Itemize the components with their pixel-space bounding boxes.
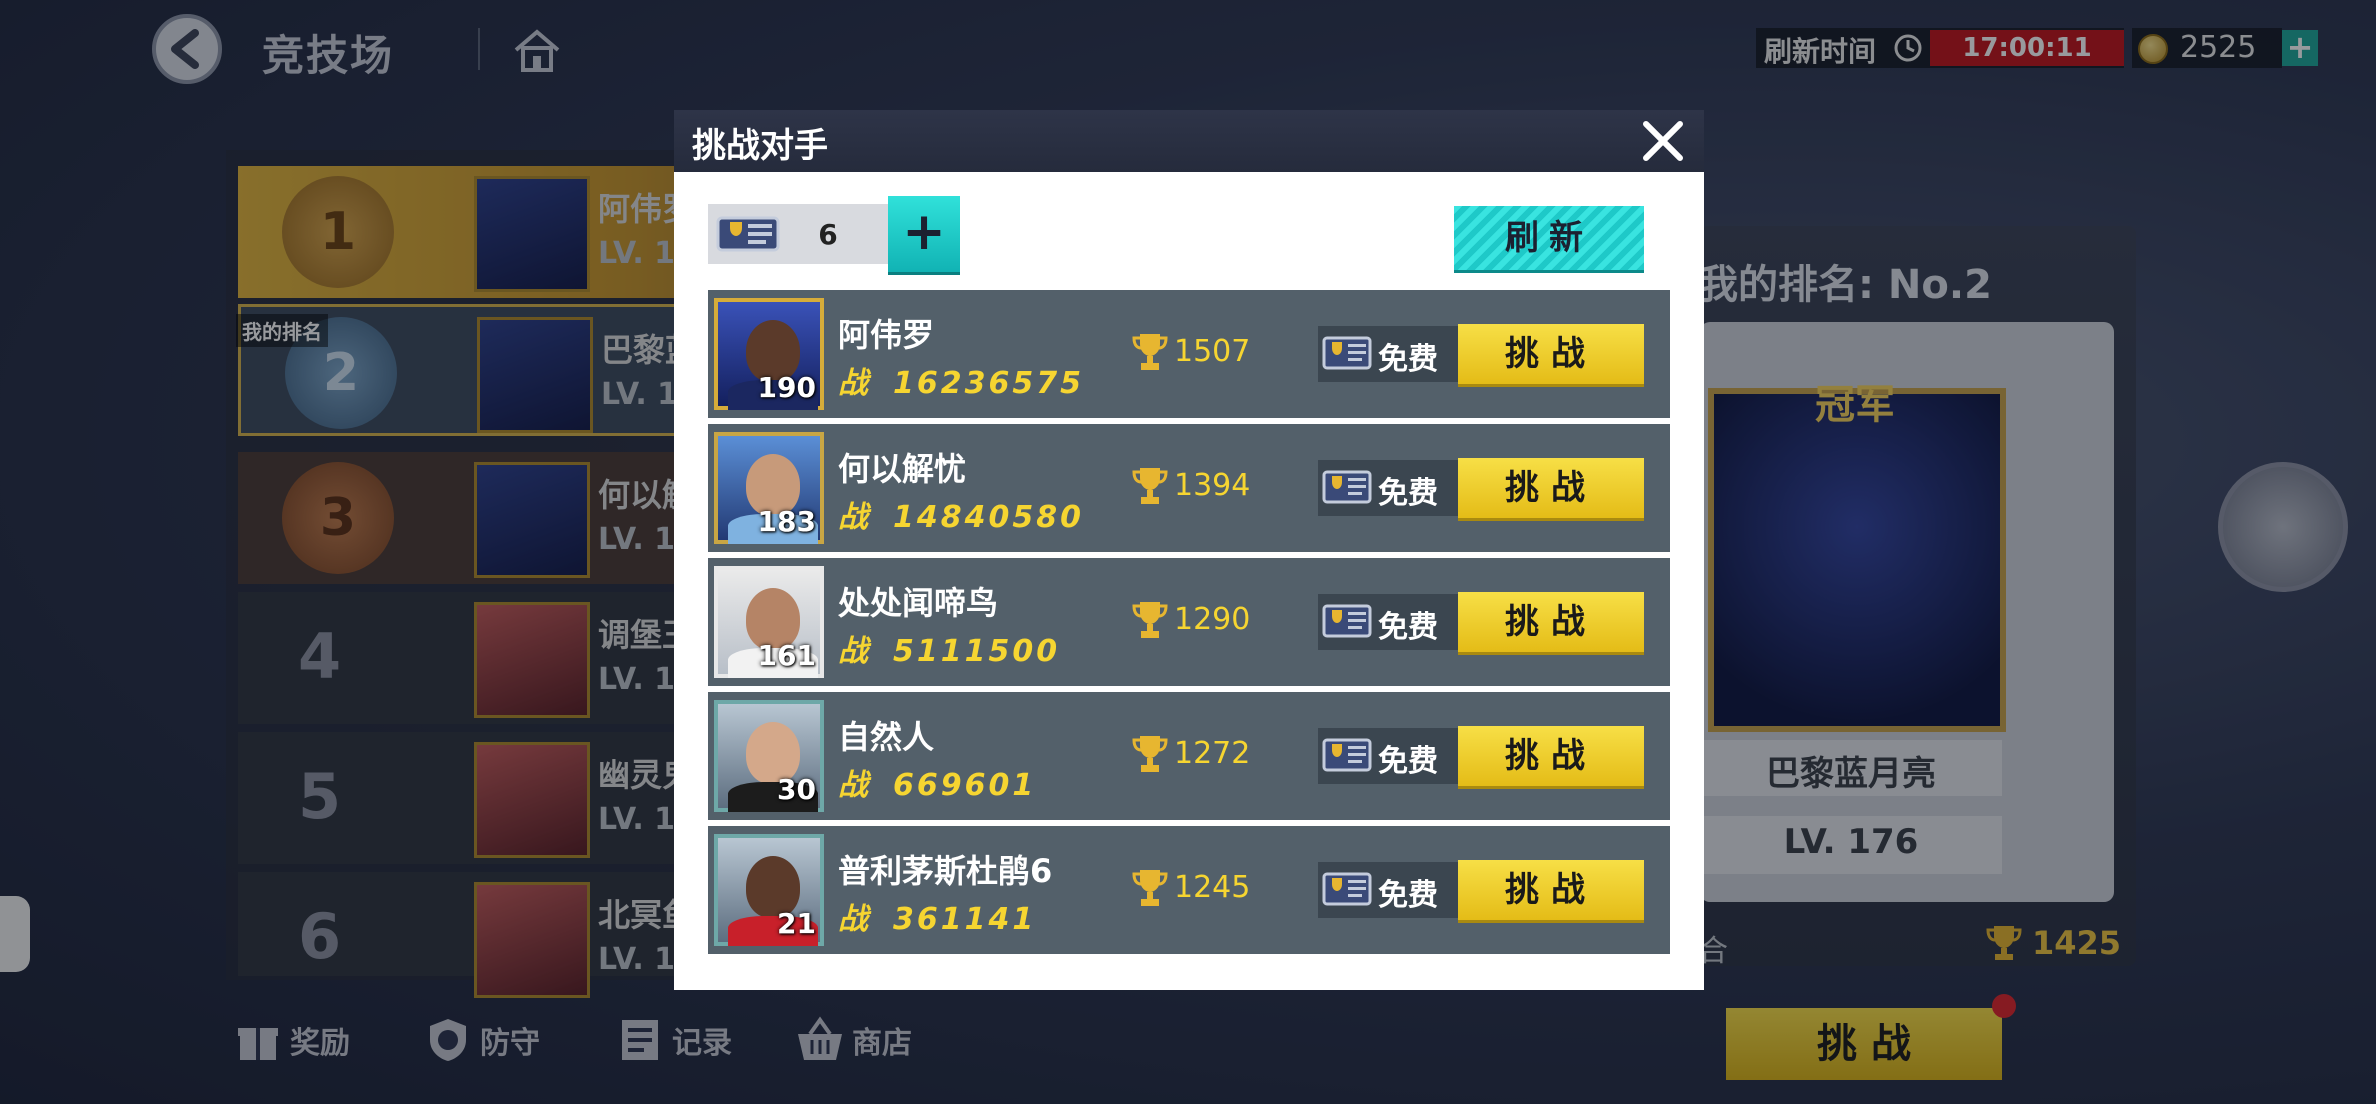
opponent-rating: 190 [757,371,816,404]
challenge-ticket-icon [716,216,780,252]
trophy-icon [1132,334,1168,370]
challenge-button[interactable]: 挑战 [1458,592,1644,652]
power-value: 16236575 [893,366,1084,401]
opponent-name: 普利茅斯杜鹃6 [838,852,1053,890]
opponent-avatar: 183 [714,432,824,544]
challenge-ticket-icon [1322,872,1372,906]
opponent-power: 战 16236575 [838,358,1084,402]
challenge-button[interactable]: 挑战 [1458,324,1644,384]
challenge-ticket-icon [1322,738,1372,772]
opponent-name: 阿伟罗 [838,316,935,354]
opponent-name: 处处闻啼鸟 [838,584,999,622]
opponent-power: 战 14840580 [838,492,1084,536]
opponent-row: 190 阿伟罗 战 16236575 1507 免费 挑战 [708,290,1670,418]
opponent-row: 21 普利茅斯杜鹃6 战 361141 1245 免费 挑战 [708,826,1670,954]
challenge-button[interactable]: 挑战 [1458,726,1644,786]
opponent-trophies: 1272 [1174,736,1251,771]
opponent-power: 战 5111500 [838,626,1060,670]
dialog-title: 挑战对手 [692,126,828,166]
challenge-ticket-icon [1322,470,1372,504]
free-label: 免费 [1378,476,1438,511]
power-prefix: 战 [838,768,871,803]
close-icon[interactable] [1640,118,1686,164]
power-prefix: 战 [838,634,871,669]
opponent-row: 30 自然人 战 669601 1272 免费 挑战 [708,692,1670,820]
challenge-button[interactable]: 挑战 [1458,458,1644,518]
free-label: 免费 [1378,744,1438,779]
trophy-icon [1132,870,1168,906]
free-label: 免费 [1378,878,1438,913]
dialog-header [674,110,1704,172]
power-prefix: 战 [838,366,871,401]
ticket-count: 6 [818,218,838,251]
opponent-rating: 183 [757,505,816,538]
trophy-icon [1132,468,1168,504]
challenge-ticket-icon [1322,336,1372,370]
opponent-trophies: 1290 [1174,602,1251,637]
opponent-rating: 21 [777,907,816,940]
opponent-trophies: 1507 [1174,334,1251,369]
free-label: 免费 [1378,610,1438,645]
opponent-avatar: 190 [714,298,824,410]
opponent-name: 何以解忧 [838,450,967,488]
opponent-row: 183 何以解忧 战 14840580 1394 免费 挑战 [708,424,1670,552]
refresh-opponents-button[interactable]: 刷新 [1454,206,1644,270]
add-ticket-button[interactable]: + [888,196,960,272]
challenge-ticket-icon [1322,604,1372,638]
power-value: 361141 [893,902,1037,937]
opponent-avatar: 161 [714,566,824,678]
power-value: 14840580 [893,500,1084,535]
opponent-avatar: 21 [714,834,824,946]
challenge-button[interactable]: 挑战 [1458,860,1644,920]
opponent-trophies: 1245 [1174,870,1251,905]
opponent-rating: 161 [757,639,816,672]
free-label: 免费 [1378,342,1438,377]
opponent-power: 战 361141 [838,894,1036,938]
power-prefix: 战 [838,500,871,535]
trophy-icon [1132,602,1168,638]
opponent-trophies: 1394 [1174,468,1251,503]
power-value: 5111500 [893,634,1061,669]
power-value: 669601 [893,768,1037,803]
opponent-rating: 30 [777,773,816,806]
power-prefix: 战 [838,902,871,937]
opponent-avatar: 30 [714,700,824,812]
opponent-power: 战 669601 [838,760,1036,804]
trophy-icon [1132,736,1168,772]
opponent-row: 161 处处闻啼鸟 战 5111500 1290 免费 挑战 [708,558,1670,686]
opponent-name: 自然人 [838,718,935,756]
